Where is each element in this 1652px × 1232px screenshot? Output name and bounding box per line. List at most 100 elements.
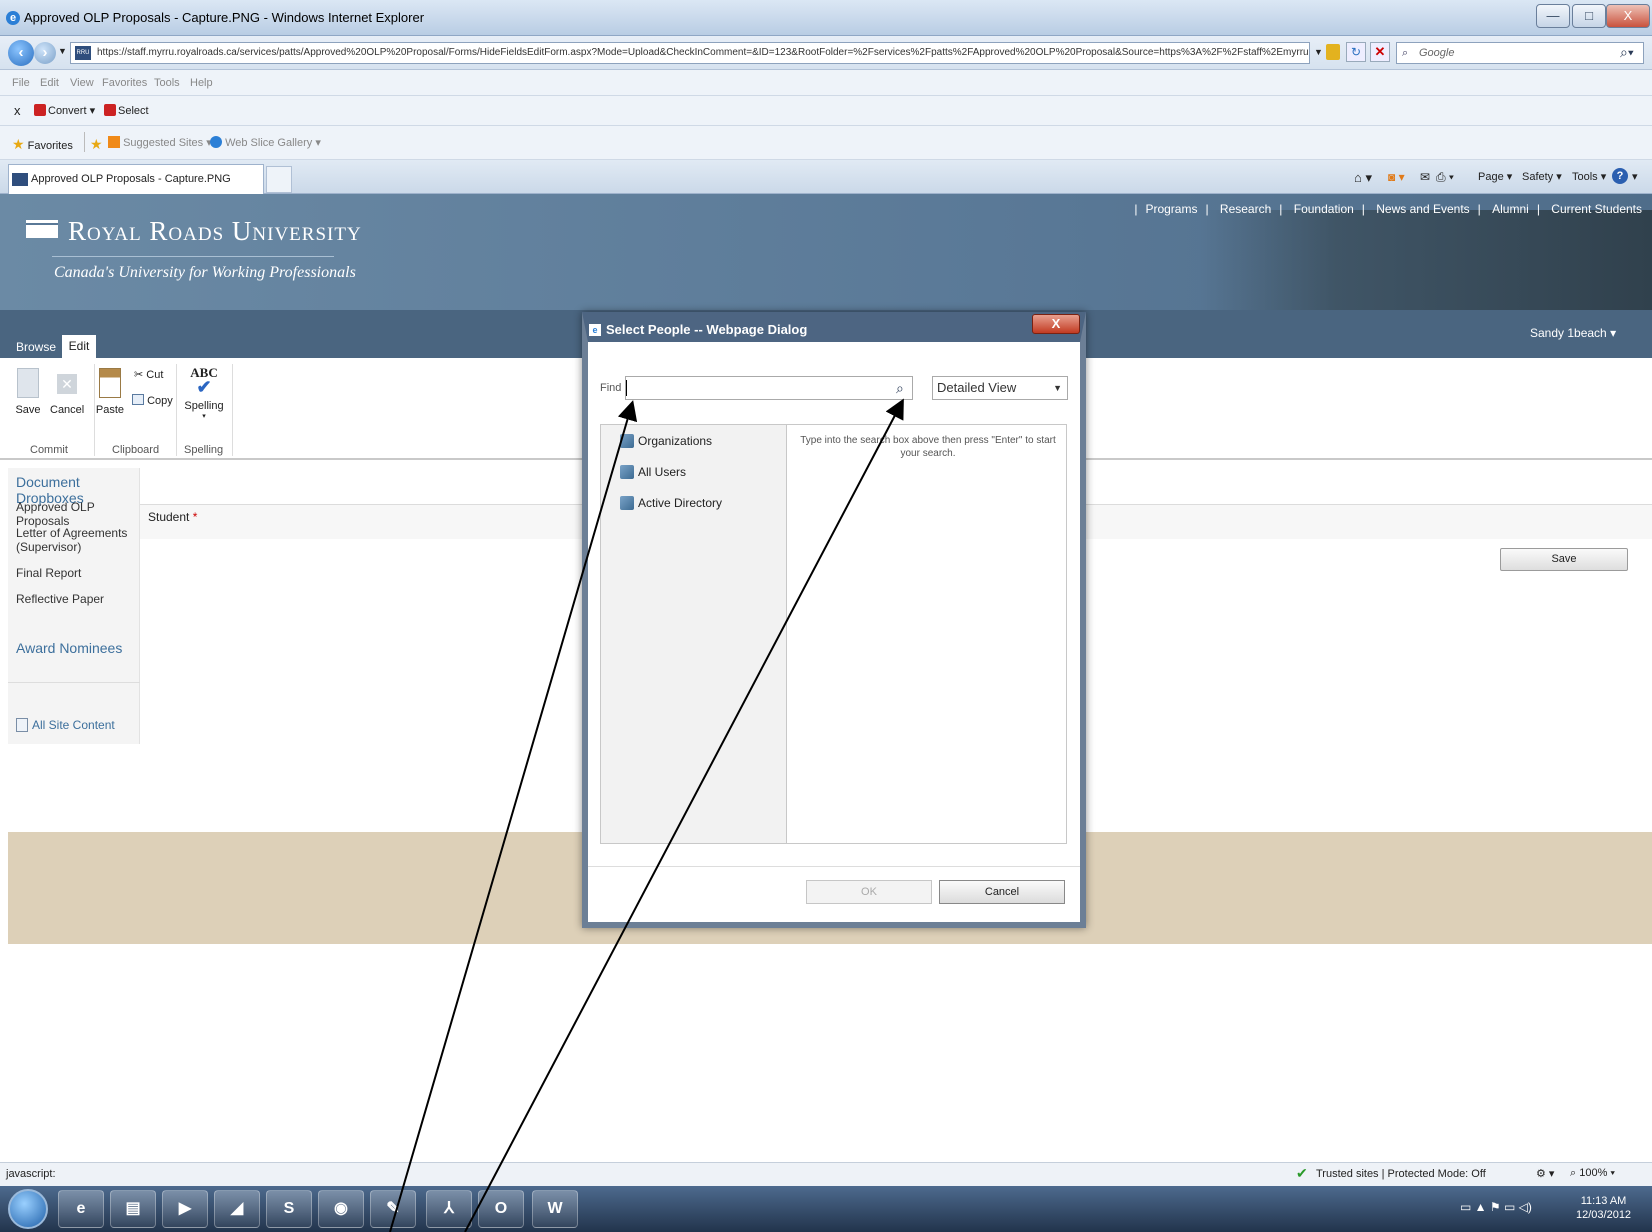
cut-button[interactable]: ✂ Cut xyxy=(134,368,163,381)
print-icon[interactable]: ⎙ ▾ xyxy=(1436,170,1454,185)
directory-organizations[interactable]: Organizations xyxy=(620,434,712,448)
tab-title: Approved OLP Proposals - Capture.PNG xyxy=(31,173,231,185)
address-input[interactable]: RRU https://staff.myrru.royalroads.ca/se… xyxy=(70,42,1310,64)
add-favorite-icon[interactable]: ★ xyxy=(90,136,103,153)
menu-file[interactable]: File xyxy=(12,77,30,89)
address-dropdown-icon[interactable]: ▼ xyxy=(1314,47,1323,57)
taskbar-outlook-icon[interactable]: O xyxy=(478,1190,524,1228)
start-button[interactable] xyxy=(8,1189,48,1229)
nav-reflective-paper[interactable]: Reflective Paper xyxy=(16,592,104,606)
nav-foundation[interactable]: Foundation xyxy=(1290,202,1358,216)
tab-browse[interactable]: Browse xyxy=(16,340,56,354)
nav-alumni[interactable]: Alumni xyxy=(1488,202,1533,216)
lock-icon[interactable] xyxy=(1326,44,1340,60)
system-tray[interactable]: ▭ ▲ ⚑ ▭ ◁) xyxy=(1460,1200,1532,1214)
menu-edit[interactable]: Edit xyxy=(40,77,59,89)
taskbar-skype-icon[interactable]: S xyxy=(266,1190,312,1228)
status-bar: javascript: ✔ Trusted sites | Protected … xyxy=(0,1162,1652,1186)
favorites-button[interactable]: ★ Favorites xyxy=(12,136,73,153)
view-select[interactable]: Detailed View ▼ xyxy=(932,376,1068,400)
user-menu[interactable]: Sandy 1beach ▾ xyxy=(1530,326,1616,340)
minimize-button[interactable]: — xyxy=(1536,4,1570,28)
save-ribbon-button[interactable]: Save xyxy=(14,368,42,416)
directory-all-users[interactable]: All Users xyxy=(620,465,686,479)
menu-help[interactable]: Help xyxy=(190,77,213,89)
mail-icon[interactable]: ✉ xyxy=(1420,170,1430,184)
menu-view[interactable]: View xyxy=(70,77,94,89)
save-form-button[interactable]: Save xyxy=(1500,548,1628,571)
new-tab-button[interactable] xyxy=(266,166,292,193)
nav-current-students[interactable]: Current Students xyxy=(1547,202,1646,216)
toolbar-close-icon[interactable]: x xyxy=(14,103,21,118)
search-icon[interactable]: ⌕ xyxy=(896,380,904,397)
copy-button[interactable]: Copy xyxy=(132,394,173,407)
search-go-icon[interactable]: ⌕▾ xyxy=(1620,44,1634,61)
taskbar-ie-icon[interactable]: e xyxy=(58,1190,104,1228)
tools-menu[interactable]: Tools ▾ xyxy=(1572,170,1606,183)
convert-button[interactable]: Convert ▾ xyxy=(34,104,95,117)
dialog-close-button[interactable]: X xyxy=(1032,314,1080,334)
home-icon[interactable]: ⌂ ▾ xyxy=(1354,170,1372,186)
group-clipboard-label: Clipboard xyxy=(112,444,160,456)
document-icon xyxy=(16,718,28,732)
close-button[interactable]: X xyxy=(1606,4,1650,28)
find-input[interactable] xyxy=(625,376,913,400)
security-zone[interactable]: Trusted sites | Protected Mode: Off xyxy=(1316,1168,1486,1180)
nav-all-site-content[interactable]: All Site Content xyxy=(16,718,115,732)
taskbar-acrobat-icon[interactable]: ⅄ xyxy=(426,1190,472,1228)
page-menu[interactable]: Page ▾ xyxy=(1478,170,1512,183)
nav-letter-of-agreements[interactable]: Letter of Agreements (Supervisor) xyxy=(16,526,136,554)
dialog-title: Select People -- Webpage Dialog xyxy=(606,322,808,337)
maximize-button[interactable]: □ xyxy=(1572,4,1606,28)
taskbar-globe-icon[interactable]: ◉ xyxy=(318,1190,364,1228)
back-button[interactable]: ‹ xyxy=(8,40,34,66)
spelling-button[interactable]: ABC ✔ Spelling ▾ xyxy=(184,366,224,421)
suggested-sites[interactable]: Suggested Sites ▾ xyxy=(108,136,212,149)
taskbar-word-icon[interactable]: W xyxy=(532,1190,578,1228)
cancel-ribbon-button[interactable]: ✕ Cancel xyxy=(50,368,84,416)
forward-button[interactable]: › xyxy=(34,42,56,64)
ie-icon: e xyxy=(589,324,601,336)
menu-tools[interactable]: Tools xyxy=(154,77,180,89)
nav-approved-olp-proposals[interactable]: Approved OLP Proposals xyxy=(16,500,139,528)
nav-programs[interactable]: Programs xyxy=(1141,202,1201,216)
history-dropdown-icon[interactable]: ▼ xyxy=(58,46,67,56)
feeds-icon[interactable]: ◙ ▾ xyxy=(1388,170,1405,184)
nav-research[interactable]: Research xyxy=(1216,202,1275,216)
nav-award-nominees[interactable]: Award Nominees xyxy=(16,640,122,656)
directory-list xyxy=(601,425,787,843)
clock[interactable]: 11:13 AM 12/03/2012 xyxy=(1576,1194,1631,1222)
ok-button[interactable]: OK xyxy=(806,880,932,904)
taskbar-paint-icon[interactable]: ✎ xyxy=(370,1190,416,1228)
taskbar-explorer-icon[interactable]: ▤ xyxy=(110,1190,156,1228)
zoom-level[interactable]: ⌕ 100% ▾ xyxy=(1570,1167,1615,1180)
stop-icon[interactable]: ✕ xyxy=(1370,42,1390,62)
paste-button[interactable]: Paste xyxy=(94,368,126,416)
select-button[interactable]: Select xyxy=(104,104,149,117)
ie-icon-small xyxy=(210,136,222,148)
taskbar-app-icon[interactable]: ◢ xyxy=(214,1190,260,1228)
directory-active-directory[interactable]: Active Directory xyxy=(620,496,722,510)
site-tagline: Canada's University for Working Professi… xyxy=(54,264,356,281)
cancel-button[interactable]: Cancel xyxy=(939,880,1065,904)
search-input[interactable]: ⌕ Google xyxy=(1396,42,1644,64)
refresh-icon[interactable]: ↻ xyxy=(1346,42,1366,62)
help-icon[interactable]: ? xyxy=(1612,168,1628,184)
find-label: Find xyxy=(600,382,622,394)
nav-final-report[interactable]: Final Report xyxy=(16,566,81,580)
taskbar-media-icon[interactable]: ▶ xyxy=(162,1190,208,1228)
paste-icon xyxy=(99,368,121,398)
copy-icon xyxy=(132,394,144,405)
tab-edit[interactable]: Edit xyxy=(62,335,96,358)
web-slice-gallery[interactable]: Web Slice Gallery ▾ xyxy=(210,136,321,149)
site-name[interactable]: Royal Roads University xyxy=(68,216,362,247)
protected-mode-icon[interactable]: ⚙ ▾ xyxy=(1536,1167,1554,1180)
chevron-right-icon[interactable]: ▾ xyxy=(1632,170,1638,183)
nav-news-events[interactable]: News and Events xyxy=(1372,202,1473,216)
separator xyxy=(232,364,233,456)
browser-tab-active[interactable]: Approved OLP Proposals - Capture.PNG xyxy=(8,164,264,194)
directory-icon xyxy=(620,496,634,510)
safety-menu[interactable]: Safety ▾ xyxy=(1522,170,1562,183)
site-favicon: RRU xyxy=(75,46,91,60)
menu-favorites[interactable]: Favorites xyxy=(102,77,147,89)
